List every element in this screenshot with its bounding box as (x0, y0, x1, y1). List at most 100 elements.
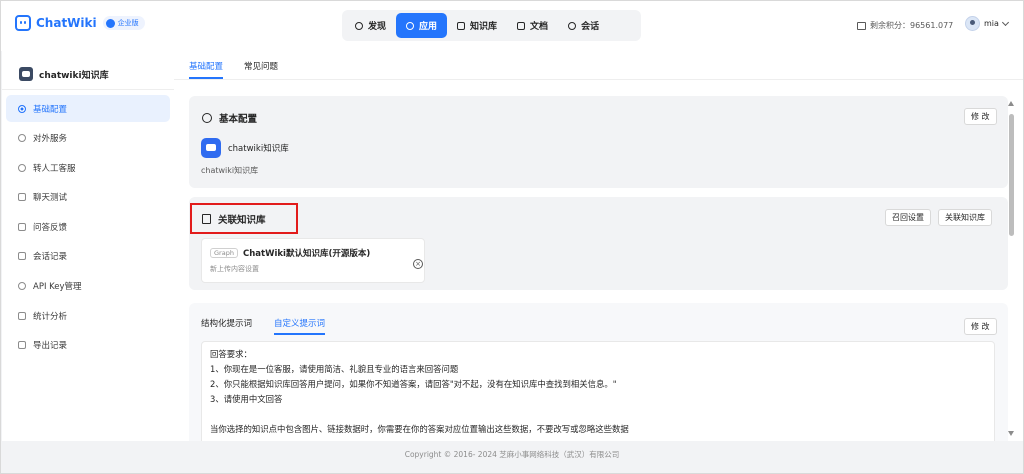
prompt-line: 1、你现在是一位客服，请使用简洁、礼貌且专业的语言来回答问题 (210, 364, 459, 374)
sidebar-item-qa-feedback[interactable]: 问答反馈 (6, 213, 170, 240)
kb-item-card[interactable]: Graph ChatWiki默认知识库(开源版本) 新上传内容设置 × (201, 238, 425, 283)
settings-icon (18, 104, 26, 113)
close-icon[interactable]: × (413, 259, 423, 269)
headset-icon (18, 163, 26, 172)
username: mia (984, 19, 999, 28)
prompt-card: 结构化提示词 自定义提示词 修 改 回答要求： 1、你现在是一位客服，请使用简洁… (189, 303, 1008, 441)
sidebar-app-header: chatwiki知识库 (19, 67, 109, 81)
compass-icon (355, 21, 363, 30)
chat-test-icon (18, 193, 26, 202)
app-description: chatwiki知识库 (201, 166, 259, 175)
book-icon (202, 214, 211, 224)
main-content: 基础配置 常见问题 基本配置 修 改 chatwiki知识库 chatwiki知… (174, 51, 1023, 441)
sidebar-menu: 基础配置 对外服务 转人工客服 聊天测试 问答反馈 会话记录 API Key管理… (6, 95, 170, 361)
nav-label: 发现 (368, 22, 387, 32)
main-nav: 发现 应用 知识库 文档 会话 (342, 10, 641, 41)
nav-label: 会话 (581, 22, 600, 32)
app-frame: ChatWiki 企业版 发现 应用 知识库 文档 会话 剩余积分： 96561… (0, 0, 1024, 474)
scrollbar-thumb[interactable] (1009, 114, 1014, 236)
app-name: chatwiki知识库 (228, 144, 289, 154)
sidebar-item-chat-test[interactable]: 聊天测试 (6, 184, 170, 211)
basic-config-title: 基本配置 (202, 111, 257, 125)
wallet-icon (857, 21, 866, 30)
edit-basic-button[interactable]: 修 改 (964, 108, 997, 125)
sidebar-item-label: 聊天测试 (33, 193, 68, 204)
export-icon (18, 341, 26, 350)
feedback-icon (18, 222, 26, 231)
top-bar: ChatWiki 企业版 发现 应用 知识库 文档 会话 剩余积分： 96561… (1, 1, 1023, 51)
scroll-down-arrow[interactable] (1008, 431, 1014, 436)
logo-text: ChatWiki (36, 16, 97, 30)
kb-type-badge: Graph (210, 248, 238, 258)
book-icon (457, 21, 466, 30)
tab-custom-prompt[interactable]: 自定义提示词 (274, 317, 326, 335)
nav-label: 文档 (530, 22, 549, 32)
credits-label: 剩余积分： (870, 21, 910, 30)
sidebar: chatwiki知识库 基础配置 对外服务 转人工客服 聊天测试 问答反馈 会话… (2, 51, 174, 441)
edition-icon (105, 18, 115, 28)
nav-apps[interactable]: 应用 (396, 13, 448, 38)
linked-kb-card: 关联知识库 召回设置 关联知识库 Graph ChatWiki默认知识库(开源版… (189, 197, 1008, 290)
sidebar-item-label: 问答反馈 (33, 222, 68, 233)
sidebar-item-export-records[interactable]: 导出记录 (6, 332, 170, 359)
basic-config-card: 基本配置 修 改 chatwiki知识库 chatwiki知识库 (189, 96, 1008, 188)
record-icon (18, 252, 26, 261)
gear-icon (202, 113, 212, 123)
scroll-up-arrow[interactable] (1008, 101, 1014, 106)
sidebar-item-label: 转人工客服 (33, 163, 76, 174)
edition-label: 企业版 (117, 19, 139, 27)
card-title-text: 基本配置 (219, 114, 258, 125)
sidebar-item-external-service[interactable]: 对外服务 (6, 125, 170, 152)
sidebar-item-label: 统计分析 (33, 311, 68, 322)
prompt-text-area: 回答要求： 1、你现在是一位客服，请使用简洁、礼貌且专业的语言来回答问题 2、你… (201, 341, 995, 441)
prompt-line: 回答要求： (210, 349, 252, 359)
nav-label: 应用 (419, 22, 438, 32)
chatwiki-logo-icon (15, 15, 31, 31)
prompt-line (210, 408, 986, 423)
nav-knowledge-base[interactable]: 知识库 (447, 13, 507, 38)
link-kb-button[interactable]: 关联知识库 (938, 209, 992, 226)
prompt-tabs: 结构化提示词 自定义提示词 (201, 317, 347, 335)
app-identity: chatwiki知识库 (201, 138, 289, 158)
sidebar-item-session-records[interactable]: 会话记录 (6, 243, 170, 270)
nav-chat[interactable]: 会话 (558, 13, 609, 38)
sidebar-item-basic-config[interactable]: 基础配置 (6, 95, 170, 122)
linked-kb-title: 关联知识库 (202, 212, 266, 226)
sidebar-item-human-agent[interactable]: 转人工客服 (6, 154, 170, 181)
doc-icon (517, 21, 526, 30)
nav-label: 知识库 (470, 22, 498, 32)
sidebar-item-api-key[interactable]: API Key管理 (6, 273, 170, 300)
logo[interactable]: ChatWiki 企业版 (15, 15, 145, 31)
share-icon (18, 134, 26, 143)
key-icon (18, 282, 26, 291)
chat-icon (568, 21, 577, 30)
nav-docs[interactable]: 文档 (507, 13, 558, 38)
sidebar-item-label: 基础配置 (33, 104, 68, 115)
robot-icon (201, 138, 221, 158)
sidebar-item-label: API Key管理 (33, 282, 82, 293)
edit-prompt-button[interactable]: 修 改 (964, 318, 997, 335)
app-icon (406, 21, 415, 30)
sidebar-item-label: 会话记录 (33, 252, 68, 263)
prompt-line: 3、请使用中文回答 (210, 394, 283, 404)
credits-value: 96561.077 (910, 21, 954, 30)
card-title-text: 关联知识库 (218, 215, 266, 226)
prompt-line: 当你选择的知识点中包含图片、链接数据时，你需要在你的答案对应位置输出这些数据，不… (210, 424, 629, 434)
tab-structured-prompt[interactable]: 结构化提示词 (201, 317, 252, 335)
chevron-down-icon (1001, 18, 1009, 26)
sidebar-app-name: chatwiki知识库 (39, 70, 109, 81)
tabs-divider (174, 79, 1023, 80)
sidebar-item-label: 对外服务 (33, 134, 68, 145)
tab-faq[interactable]: 常见问题 (244, 60, 278, 79)
prompt-line: 2、你只能根据知识库回答用户提问，如果你不知道答案，请回答"对不起，没有在知识库… (210, 379, 617, 389)
credits-display: 剩余积分： 96561.077 (857, 20, 953, 31)
stats-icon (18, 311, 26, 320)
sidebar-item-statistics[interactable]: 统计分析 (6, 302, 170, 329)
kb-subtitle: 新上传内容设置 (210, 265, 259, 273)
user-menu[interactable]: mia (965, 16, 1009, 31)
nav-discover[interactable]: 发现 (345, 13, 396, 38)
kb-name: ChatWiki默认知识库(开源版本) (243, 249, 371, 259)
tab-basic-config[interactable]: 基础配置 (189, 60, 224, 79)
config-tabs: 基础配置 常见问题 (189, 51, 299, 79)
recall-settings-button[interactable]: 召回设置 (885, 209, 931, 226)
